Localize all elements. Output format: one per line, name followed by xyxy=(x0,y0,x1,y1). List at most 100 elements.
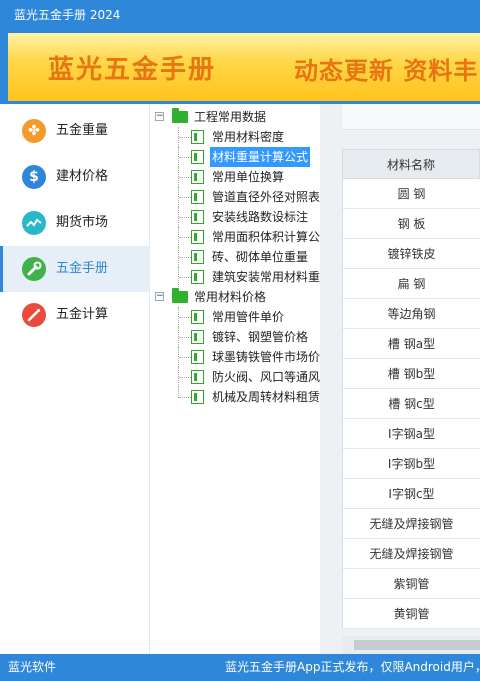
tree-item[interactable]: 防火阀、风口等通风 xyxy=(150,367,320,387)
document-icon xyxy=(191,190,204,204)
folder-icon xyxy=(172,108,188,123)
sidebar-item-label: 建材价格 xyxy=(56,169,109,184)
title-bar: 蓝光五金手册 2024 xyxy=(0,0,480,30)
tree-item[interactable]: 球墨铸铁管件市场价 xyxy=(150,347,320,367)
document-icon xyxy=(191,370,204,384)
trend-line-icon xyxy=(22,211,46,235)
cross-flower-icon: ✤ xyxy=(22,119,46,143)
tree-item-label: 机械及周转材料租赁 xyxy=(212,390,320,404)
horizontal-scrollbar[interactable] xyxy=(342,636,480,654)
tree-group-material-prices[interactable]: − 常用材料价格 xyxy=(150,287,320,307)
sidebar-item-label: 五金计算 xyxy=(56,307,109,322)
document-icon xyxy=(191,350,204,364)
tree-item[interactable]: 砖、砌体单位重量 xyxy=(150,247,320,267)
table-row[interactable]: I字钢c型 xyxy=(342,479,480,509)
table-row[interactable]: 扁 钢 xyxy=(342,269,480,299)
tree-item[interactable]: 常用材料密度 xyxy=(150,127,320,147)
table-row[interactable]: 紫铜管 xyxy=(342,569,480,599)
document-icon xyxy=(191,390,204,404)
content-panel: 材料名称 圆 钢 钢 板 镀锌铁皮 扁 钢 等边角钢 槽 钢a型 槽 钢b型 槽… xyxy=(320,104,480,654)
tree-item-label: 常用面积体积计算公 xyxy=(212,230,320,244)
table-row[interactable]: 无缝及焊接钢管 xyxy=(342,539,480,569)
scrollbar-thumb[interactable] xyxy=(354,640,480,650)
sidebar-item-label: 五金重量 xyxy=(56,123,109,138)
sidebar-item-prices[interactable]: $ 建材价格 xyxy=(0,154,150,200)
tree-guide-line xyxy=(179,317,191,318)
wrench-icon xyxy=(22,257,46,281)
document-icon xyxy=(191,150,204,164)
document-icon xyxy=(191,310,204,324)
document-icon xyxy=(191,270,204,284)
tree-item[interactable]: 镀锌、钢塑管价格 xyxy=(150,327,320,347)
tree-guide-line xyxy=(179,257,191,258)
sidebar-item-label: 期货市场 xyxy=(56,215,109,230)
sidebar-item-calculator[interactable]: 五金计算 xyxy=(0,292,150,338)
banner-panel: 蓝光五金手册 动态更新 资料丰 xyxy=(8,33,480,101)
tree-item-label: 球墨铸铁管件市场价 xyxy=(212,350,320,364)
document-icon xyxy=(191,230,204,244)
collapse-toggle-icon[interactable]: − xyxy=(155,112,164,121)
tree-item-label: 常用管件单价 xyxy=(212,310,285,324)
tree-item-label: 安装线路数设标注 xyxy=(212,210,309,224)
tree-guide-line xyxy=(179,237,191,238)
tree-item[interactable]: 机械及周转材料租赁 xyxy=(150,387,320,407)
tree-item[interactable]: 常用面积体积计算公 xyxy=(150,227,320,247)
status-marquee: 蓝光五金手册App正式发布，仅限Android用户， xyxy=(225,660,480,674)
tree-guide-line xyxy=(179,137,191,138)
document-icon xyxy=(191,170,204,184)
document-icon xyxy=(191,250,204,264)
tree-group-label: 工程常用数据 xyxy=(194,110,267,124)
tree-guide-line xyxy=(179,397,191,398)
tree-item-label: 材料重量计算公式 xyxy=(210,147,311,167)
table-row[interactable]: 镀锌铁皮 xyxy=(342,239,480,269)
tree-item-label: 砖、砌体单位重量 xyxy=(212,250,309,264)
table-row[interactable]: I字钢b型 xyxy=(342,449,480,479)
tree-item-label: 镀锌、钢塑管价格 xyxy=(212,330,309,344)
window-title: 蓝光五金手册 2024 xyxy=(14,8,121,22)
tree-guide-line xyxy=(179,337,191,338)
tree-item[interactable]: 常用管件单价 xyxy=(150,307,320,327)
tree-guide-line xyxy=(179,177,191,178)
sidebar-item-weight[interactable]: ✤ 五金重量 xyxy=(0,108,150,154)
tree-item[interactable]: 材料重量计算公式 xyxy=(150,147,320,167)
table-header-material-name[interactable]: 材料名称 xyxy=(342,149,480,179)
document-icon xyxy=(191,210,204,224)
folder-icon xyxy=(172,288,188,303)
sidebar-item-handbook[interactable]: 五金手册 xyxy=(0,246,150,292)
banner-slogan: 动态更新 资料丰 xyxy=(294,57,479,85)
table-row[interactable]: 钢 板 xyxy=(342,209,480,239)
table-row[interactable]: 等边角钢 xyxy=(342,299,480,329)
tree-item-label: 管道直径外径对照表 xyxy=(212,190,320,204)
status-company: 蓝光软件 xyxy=(8,660,57,674)
table-row[interactable]: 圆 钢 xyxy=(342,179,480,209)
dollar-icon: $ xyxy=(22,165,46,189)
collapse-toggle-icon[interactable]: − xyxy=(155,292,164,301)
tree-item-label: 常用材料密度 xyxy=(212,130,285,144)
tree-item-label: 建筑安装常用材料重 xyxy=(212,270,320,284)
tree-guide-line xyxy=(179,377,191,378)
table-row[interactable]: 槽 钢a型 xyxy=(342,329,480,359)
table-row[interactable]: 黄铜管 xyxy=(342,599,480,629)
tree-guide-line xyxy=(179,197,191,198)
tree-group-engineering-data[interactable]: − 工程常用数据 xyxy=(150,107,320,127)
tree-item[interactable]: 安装线路数设标注 xyxy=(150,207,320,227)
tree-item[interactable]: 建筑安装常用材料重 xyxy=(150,267,320,287)
table-row[interactable]: I字钢a型 xyxy=(342,419,480,449)
tree-item[interactable]: 常用单位换算 xyxy=(150,167,320,187)
table-row[interactable]: 无缝及焊接钢管 xyxy=(342,509,480,539)
status-bar: 蓝光软件 蓝光五金手册App正式发布，仅限Android用户， xyxy=(0,654,480,681)
tree-guide-line xyxy=(179,357,191,358)
banner: 蓝光五金手册 动态更新 资料丰 xyxy=(0,30,480,104)
tree-item[interactable]: 管道直径外径对照表 xyxy=(150,187,320,207)
document-icon xyxy=(191,130,204,144)
table-row[interactable]: 槽 钢b型 xyxy=(342,359,480,389)
tree-guide-line xyxy=(179,217,191,218)
magic-wand-icon xyxy=(22,303,46,327)
sidebar-item-futures[interactable]: 期货市场 xyxy=(0,200,150,246)
tree-guide-line xyxy=(179,157,191,158)
document-icon xyxy=(191,330,204,344)
tree-group-label: 常用材料价格 xyxy=(194,290,267,304)
tree-item-label: 常用单位换算 xyxy=(212,170,285,184)
sidebar: ✤ 五金重量 $ 建材价格 期货市场 五金手册 五金计算 xyxy=(0,104,150,654)
table-row[interactable]: 槽 钢c型 xyxy=(342,389,480,419)
